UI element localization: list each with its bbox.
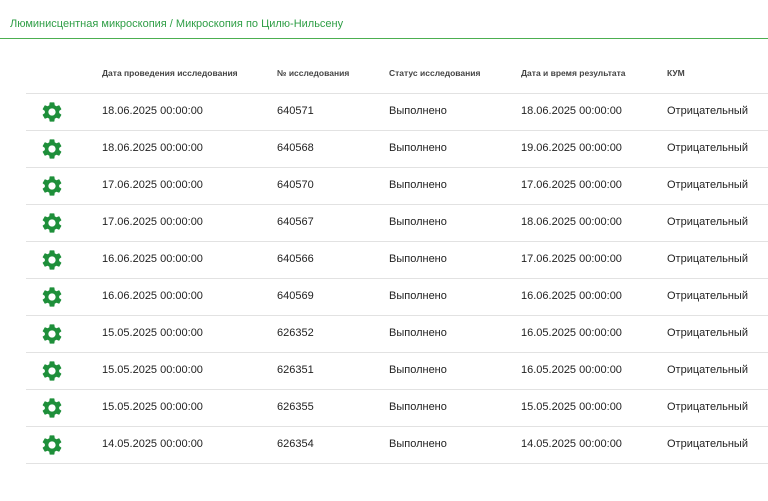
gear-icon[interactable] [40,433,64,457]
cell-status: Выполнено [389,401,447,413]
cell-kum: Отрицательный [667,438,748,450]
gear-icon[interactable] [40,174,64,198]
column-header-result-date[interactable]: Дата и время результата [521,68,625,78]
cell-status: Выполнено [389,438,447,450]
cell-date: 18.06.2025 00:00:00 [102,105,203,117]
gear-icon[interactable] [40,137,64,161]
cell-number: 640566 [277,253,314,265]
cell-date: 15.05.2025 00:00:00 [102,327,203,339]
results-table: Дата проведения исследования № исследова… [26,56,768,464]
cell-kum: Отрицательный [667,290,748,302]
cell-kum: Отрицательный [667,401,748,413]
gear-icon[interactable] [40,396,64,420]
cell-number: 640571 [277,105,314,117]
breadcrumb-item-ziehl-neelsen[interactable]: Микроскопия по Цилю-Нильсену [176,18,343,30]
cell-status: Выполнено [389,327,447,339]
table-row[interactable]: 17.06.2025 00:00:00 640570 Выполнено 17.06.… [26,168,768,205]
page-header: Люминисцентная микроскопия / Микроскопия… [0,0,768,39]
cell-status: Выполнено [389,216,447,228]
cell-kum: Отрицательный [667,142,748,154]
cell-kum: Отрицательный [667,253,748,265]
cell-number: 626354 [277,438,314,450]
cell-result-date: 17.06.2025 00:00:00 [521,253,622,265]
table-row[interactable]: 14.05.2025 00:00:00 626354 Выполнено 14.05.… [26,427,768,464]
cell-status: Выполнено [389,142,447,154]
cell-result-date: 19.06.2025 00:00:00 [521,142,622,154]
cell-kum: Отрицательный [667,327,748,339]
cell-date: 14.05.2025 00:00:00 [102,438,203,450]
cell-number: 640570 [277,179,314,191]
column-header-kum[interactable]: КУМ [667,68,685,78]
cell-number: 626351 [277,364,314,376]
cell-date: 16.06.2025 00:00:00 [102,290,203,302]
cell-status: Выполнено [389,290,447,302]
table-row[interactable]: 18.06.2025 00:00:00 640571 Выполнено 18.06.… [26,94,768,131]
cell-number: 626352 [277,327,314,339]
cell-date: 15.05.2025 00:00:00 [102,364,203,376]
column-header-number[interactable]: № исследования [277,68,349,78]
cell-number: 640567 [277,216,314,228]
table-row[interactable]: 16.06.2025 00:00:00 640566 Выполнено 17.06.… [26,242,768,279]
gear-icon[interactable] [40,359,64,383]
cell-result-date: 18.06.2025 00:00:00 [521,105,622,117]
table-row[interactable]: 15.05.2025 00:00:00 626355 Выполнено 15.05.… [26,390,768,427]
gear-icon[interactable] [40,211,64,235]
cell-number: 626355 [277,401,314,413]
breadcrumb: Люминисцентная микроскопия / Микроскопия… [10,18,343,30]
cell-date: 17.06.2025 00:00:00 [102,216,203,228]
cell-status: Выполнено [389,253,447,265]
cell-number: 640569 [277,290,314,302]
table-row[interactable]: 15.05.2025 00:00:00 626351 Выполнено 16.05.… [26,353,768,390]
breadcrumb-item-luminescent[interactable]: Люминисцентная микроскопия [10,18,167,30]
cell-status: Выполнено [389,105,447,117]
table-row[interactable]: 17.06.2025 00:00:00 640567 Выполнено 18.06.… [26,205,768,242]
gear-icon[interactable] [40,285,64,309]
cell-result-date: 16.05.2025 00:00:00 [521,327,622,339]
cell-kum: Отрицательный [667,216,748,228]
table-row[interactable]: 15.05.2025 00:00:00 626352 Выполнено 16.05.… [26,316,768,353]
cell-result-date: 16.05.2025 00:00:00 [521,364,622,376]
cell-date: 17.06.2025 00:00:00 [102,179,203,191]
cell-result-date: 16.06.2025 00:00:00 [521,290,622,302]
table-body: 18.06.2025 00:00:00 640571 Выполнено 18.06.… [26,94,768,464]
cell-result-date: 18.06.2025 00:00:00 [521,216,622,228]
cell-date: 15.05.2025 00:00:00 [102,401,203,413]
gear-icon[interactable] [40,248,64,272]
column-header-status[interactable]: Статус исследования [389,68,480,78]
cell-result-date: 14.05.2025 00:00:00 [521,438,622,450]
column-header-date[interactable]: Дата проведения исследования [102,68,238,78]
cell-kum: Отрицательный [667,179,748,191]
cell-date: 16.06.2025 00:00:00 [102,253,203,265]
cell-result-date: 15.05.2025 00:00:00 [521,401,622,413]
cell-result-date: 17.06.2025 00:00:00 [521,179,622,191]
cell-kum: Отрицательный [667,105,748,117]
cell-status: Выполнено [389,179,447,191]
table-header: Дата проведения исследования № исследова… [26,56,768,94]
gear-icon[interactable] [40,100,64,124]
breadcrumb-separator: / [166,18,176,30]
cell-number: 640568 [277,142,314,154]
cell-status: Выполнено [389,364,447,376]
table-row[interactable]: 18.06.2025 00:00:00 640568 Выполнено 19.06.… [26,131,768,168]
cell-kum: Отрицательный [667,364,748,376]
gear-icon[interactable] [40,322,64,346]
cell-date: 18.06.2025 00:00:00 [102,142,203,154]
table-row[interactable]: 16.06.2025 00:00:00 640569 Выполнено 16.06.… [26,279,768,316]
